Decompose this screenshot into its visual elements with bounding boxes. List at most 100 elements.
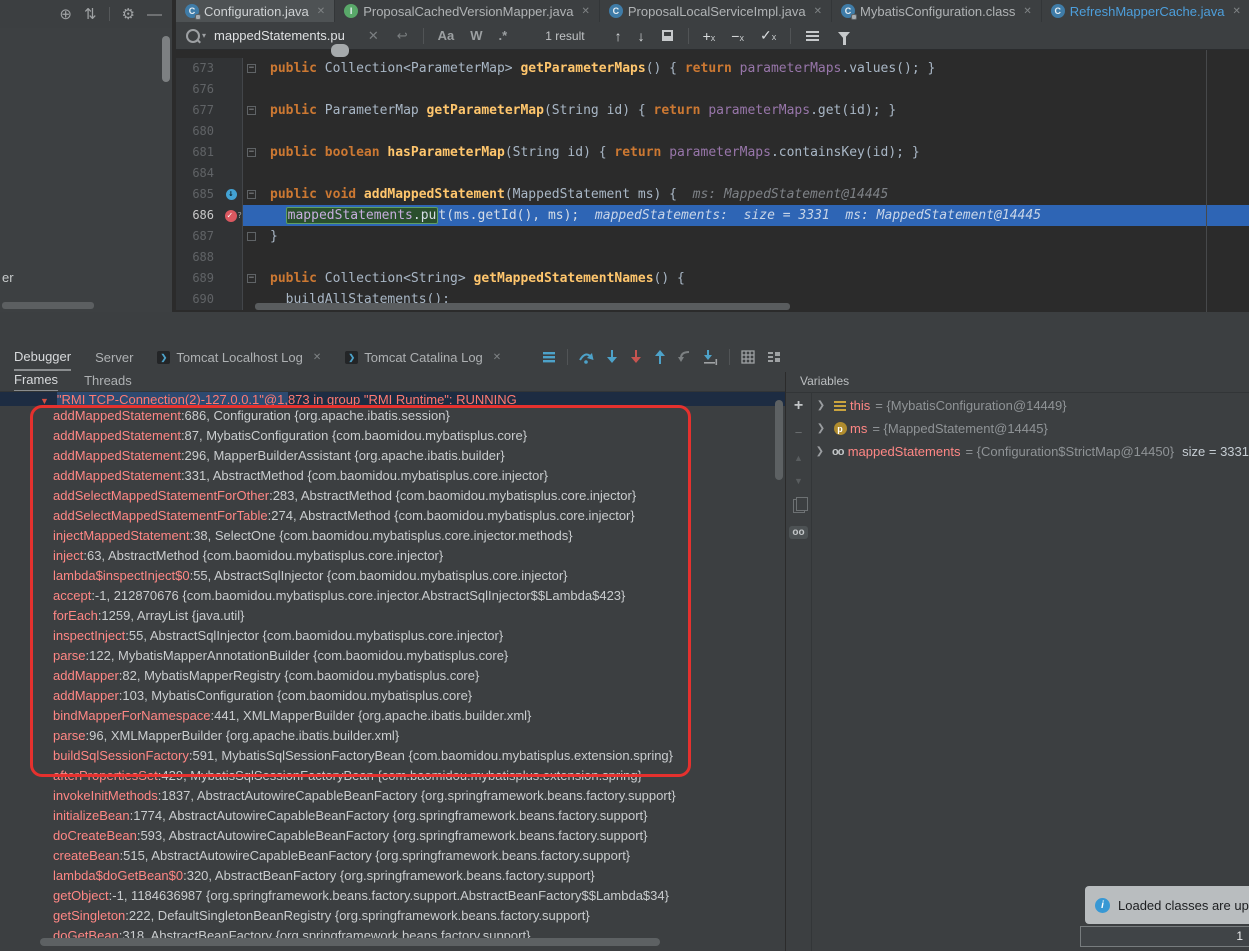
stack-frame-row[interactable]: injectMappedStatement:38, SelectOne {com… — [0, 526, 785, 546]
stack-frame-row[interactable]: forEach:1259, ArrayList {java.util} — [0, 606, 785, 626]
clear-search-icon[interactable]: ✕ — [368, 28, 379, 44]
step-into-icon[interactable] — [605, 349, 619, 365]
stack-frame-row[interactable]: afterPropertiesSet:429, MybatisSqlSessio… — [0, 766, 785, 786]
stack-frame-row[interactable]: addMappedStatement:686, Configuration {o… — [0, 406, 785, 426]
expand-chevron-icon[interactable]: ❯ — [812, 423, 830, 434]
remove-occurrence-icon[interactable]: −x — [731, 28, 744, 44]
menu-icon[interactable] — [541, 349, 557, 365]
run-to-cursor-icon[interactable] — [703, 349, 719, 365]
left-panel-vertical-scrollbar[interactable] — [162, 36, 170, 82]
frames-vertical-scrollbar[interactable] — [775, 400, 783, 480]
fold-cell[interactable]: − — [243, 100, 260, 121]
close-tab-icon[interactable]: ✕ — [1023, 6, 1031, 17]
stack-frame-row[interactable]: invokeInitMethods:1837, AbstractAutowire… — [0, 786, 785, 806]
gutter-icon-cell[interactable]: ↓ — [220, 184, 243, 205]
editor-tab[interactable]: IProposalCachedVersionMapper.java✕ — [335, 0, 600, 22]
expand-chevron-icon[interactable]: ❯ — [812, 446, 828, 457]
fold-cell[interactable]: − — [243, 268, 260, 289]
close-tab-icon[interactable]: ✕ — [493, 352, 501, 363]
words-toggle[interactable]: W — [470, 28, 482, 43]
debug-tab-debugger[interactable]: Debugger — [14, 344, 71, 371]
stack-frame-row[interactable]: addSelectMappedStatementForTable:274, Ab… — [0, 506, 785, 526]
gutter-icon-cell[interactable]: ? — [220, 205, 243, 226]
breakpoint-icon[interactable]: ? — [225, 210, 237, 222]
search-history-chevron-icon[interactable]: ▾ — [202, 31, 206, 40]
variable-row[interactable]: ❯oomappedStatements= {Configuration$Stri… — [812, 440, 1249, 463]
move-up-icon[interactable]: ▲ — [794, 453, 803, 463]
collapse-icon[interactable]: ⇅ — [84, 5, 97, 23]
gutter-icon-cell[interactable] — [220, 121, 243, 142]
stack-frame-row[interactable]: parse:96, XMLMapperBuilder {org.apache.i… — [0, 726, 785, 746]
thread-selector[interactable]: ▼"RMI TCP-Connection(2)-127.0.0.1"@1,873… — [0, 392, 785, 406]
close-tab-icon[interactable]: ✕ — [313, 352, 321, 363]
search-input[interactable]: mappedStatements.pu — [214, 28, 345, 43]
gutter-icon-cell[interactable] — [220, 79, 243, 100]
editor-tab[interactable]: CRefreshMapperCache.java✕ — [1042, 0, 1249, 22]
drop-frame-icon[interactable] — [677, 349, 693, 365]
fold-cell[interactable] — [243, 121, 260, 142]
stack-frame-row[interactable]: buildSqlSessionFactory:591, MybatisSqlSe… — [0, 746, 785, 766]
debug-tab-tomcat-catalina-log[interactable]: ❯Tomcat Catalina Log✕ — [345, 345, 501, 370]
previous-occurrence-icon[interactable]: ↑ — [615, 28, 622, 44]
stack-frame-row[interactable]: parse:122, MybatisMapperAnnotationBuilde… — [0, 646, 785, 666]
gutter-icon-cell[interactable] — [220, 58, 243, 79]
layout-settings-icon[interactable] — [766, 349, 782, 365]
fold-cell[interactable] — [243, 163, 260, 184]
regex-toggle[interactable]: .* — [499, 28, 508, 43]
fold-marker-icon[interactable]: − — [247, 106, 256, 115]
frames-horizontal-scrollbar[interactable] — [40, 938, 660, 946]
expand-chevron-icon[interactable]: ❯ — [812, 400, 830, 411]
code-editor[interactable]: 673−public Collection<ParameterMap> getP… — [176, 50, 1249, 312]
gutter-icon-cell[interactable] — [220, 268, 243, 289]
stack-frame-row[interactable]: createBean:515, AbstractAutowireCapableB… — [0, 846, 785, 866]
force-step-into-icon[interactable] — [629, 349, 643, 365]
stack-frame-row[interactable]: initializeBean:1774, AbstractAutowireCap… — [0, 806, 785, 826]
evaluate-expression-icon[interactable] — [740, 349, 756, 365]
close-tab-icon[interactable]: ✕ — [582, 6, 590, 17]
editor-tab[interactable]: CMybatisConfiguration.class✕ — [832, 0, 1042, 22]
select-all-occurrences-icon[interactable]: ✓x — [760, 27, 776, 44]
match-case-toggle[interactable]: Aa — [438, 28, 455, 43]
target-icon[interactable]: ⊕ — [59, 5, 72, 23]
stack-frame-row[interactable]: accept:-1, 212870676 {com.baomidou.mybat… — [0, 586, 785, 606]
stack-frame-row[interactable]: getSingleton:222, DefaultSingletonBeanRe… — [0, 906, 785, 926]
fold-marker-icon[interactable] — [247, 232, 256, 241]
newline-icon[interactable]: ↩ — [397, 28, 408, 44]
duplicate-icon[interactable] — [793, 499, 805, 513]
fold-cell[interactable]: − — [243, 58, 260, 79]
left-panel-horizontal-scrollbar[interactable] — [2, 302, 94, 309]
gutter-icon-cell[interactable] — [220, 100, 243, 121]
add-occurrence-icon[interactable]: +x — [703, 28, 716, 44]
stack-frame-row[interactable]: addMapper:103, MybatisConfiguration {com… — [0, 686, 785, 706]
stack-frame-row[interactable]: addMapper:82, MybatisMapperRegistry {com… — [0, 666, 785, 686]
gutter-icon-cell[interactable] — [220, 289, 243, 310]
step-over-icon[interactable] — [578, 349, 595, 365]
stack-frame-row[interactable]: doCreateBean:593, AbstractAutowireCapabl… — [0, 826, 785, 846]
fold-marker-icon[interactable]: − — [247, 64, 256, 73]
stack-frame-row[interactable]: addMappedStatement:331, AbstractMethod {… — [0, 466, 785, 486]
stack-frame-row[interactable]: bindMapperForNamespace:441, XMLMapperBui… — [0, 706, 785, 726]
fold-cell[interactable] — [243, 247, 260, 268]
next-occurrence-icon[interactable]: ↓ — [638, 28, 645, 44]
fold-cell[interactable]: − — [243, 184, 260, 205]
gutter-icon-cell[interactable] — [220, 247, 243, 268]
stack-frame-row[interactable]: lambda$doGetBean$0:320, AbstractBeanFact… — [0, 866, 785, 886]
stack-frame-row[interactable]: addSelectMappedStatementForOther:283, Ab… — [0, 486, 785, 506]
close-tab-icon[interactable]: ✕ — [317, 6, 325, 17]
move-down-icon[interactable]: ▼ — [794, 476, 803, 486]
remove-watch-icon[interactable]: − — [795, 425, 803, 440]
tab-frames[interactable]: Frames — [14, 372, 58, 391]
scrollbar-thumb[interactable] — [331, 44, 349, 57]
stack-frame-row[interactable]: addMappedStatement:296, MapperBuilderAss… — [0, 446, 785, 466]
stack-frame-row[interactable]: getObject:-1, 1184636987 {org.springfram… — [0, 886, 785, 906]
stack-frame-row[interactable]: inject:63, AbstractMethod {com.baomidou.… — [0, 546, 785, 566]
show-watches-icon[interactable]: oo — [789, 526, 807, 539]
close-tab-icon[interactable]: ✕ — [1232, 6, 1240, 17]
fold-marker-icon[interactable]: − — [247, 190, 256, 199]
step-out-icon[interactable] — [653, 349, 667, 365]
debug-tab-server[interactable]: Server — [95, 345, 133, 370]
gutter-icon-cell[interactable] — [220, 142, 243, 163]
minimize-icon[interactable]: — — [147, 6, 162, 23]
stack-frame-row[interactable]: lambda$inspectInject$0:55, AbstractSqlIn… — [0, 566, 785, 586]
variable-row[interactable]: ❯pms= {MappedStatement@14445} — [812, 417, 1249, 440]
